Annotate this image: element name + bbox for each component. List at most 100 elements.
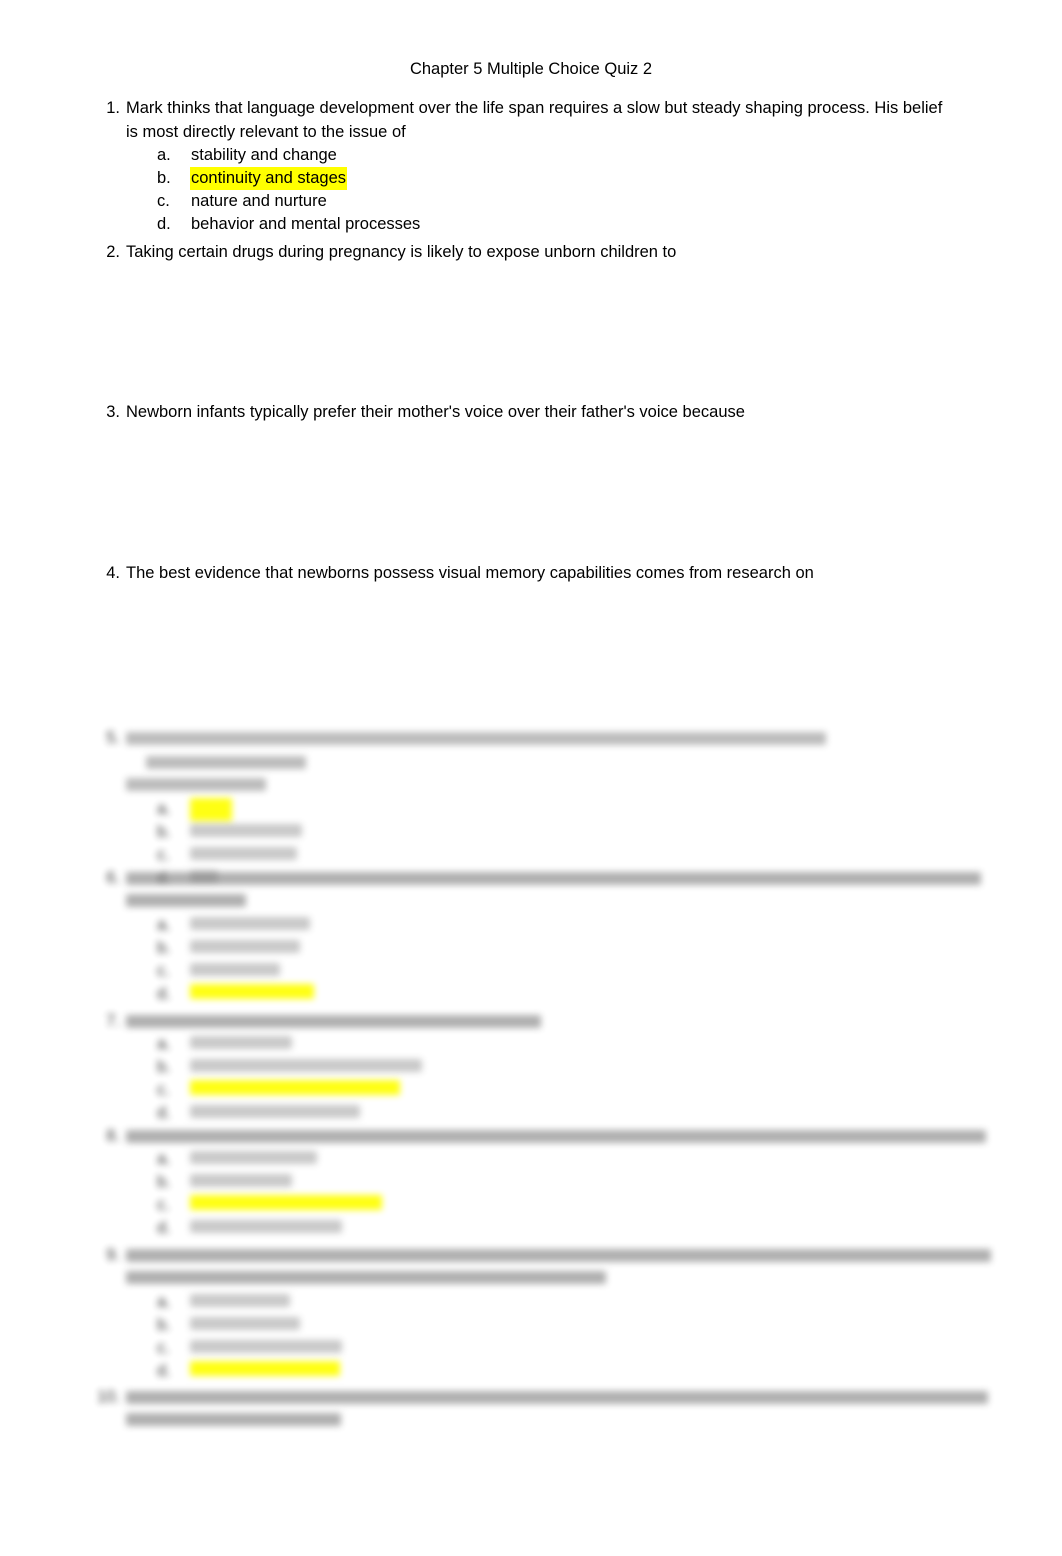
option-item-8d[interactable]: d. [157,1217,998,1240]
option-item-7c[interactable]: c. [157,1079,998,1102]
option-item-8c[interactable]: c. [157,1194,998,1217]
option-text-9b [190,1317,300,1330]
option-item-6c[interactable]: c. [157,960,998,983]
option-text-5a-highlighted [190,798,232,821]
option-text-9c [190,1340,342,1353]
question-text-1: Mark thinks that language development ov… [126,96,998,144]
question-stem-4: 4. The best evidence that newborns posse… [88,561,998,585]
question-item-4: 4. The best evidence that newborns posse… [88,561,998,585]
option-text-7c-highlighted [190,1080,400,1095]
question-text-9 [126,1243,998,1291]
option-item-6b[interactable]: b. [157,937,998,960]
option-text-1d: behavior and mental processes [191,215,421,233]
option-text-8d [190,1220,342,1233]
question-stem-6: 6. [88,866,998,914]
question-item-3: 3. Newborn infants typically prefer thei… [88,400,998,424]
option-letter-8d: d. [157,1219,171,1237]
question-item-10: 10. [88,1385,998,1433]
option-letter-7d: d. [157,1104,171,1122]
document-page: Chapter 5 Multiple Choice Quiz 2 1. Mark… [0,0,1062,1556]
option-item-1c[interactable]: c. nature and nurture [157,190,998,213]
option-item-5c[interactable]: c. [157,844,998,867]
question-number-1: 1. [106,99,120,117]
option-letter-7c: c. [157,1081,170,1099]
question-number-7: 7. [106,1012,120,1030]
option-text-7b [190,1059,422,1072]
question-item-9: 9. a. b. c. d. [88,1243,998,1383]
option-list-1: a. stability and change b. continuity an… [88,144,998,236]
option-letter-7b: b. [157,1058,171,1076]
question-number-3: 3. [106,403,120,421]
option-letter-9b: b. [157,1316,171,1334]
option-letter-8c: c. [157,1196,170,1214]
question-text-3: Newborn infants typically prefer their m… [126,403,745,421]
question-number-6: 6. [106,869,120,887]
option-letter-9d: d. [157,1362,171,1380]
option-text-9a [190,1294,290,1307]
question-item-1: 1. Mark thinks that language development… [88,96,998,236]
question-stem-3: 3. Newborn infants typically prefer thei… [88,400,998,424]
question-text-6 [126,866,998,914]
option-letter-9a: a. [157,1293,171,1311]
option-letter-7a: a. [157,1035,171,1053]
option-letter-1b: b. [157,169,171,187]
option-text-9d-highlighted [190,1361,340,1376]
question-text-5 [126,726,998,798]
question-text-1-line2: is most directly relevant to the issue o… [126,123,406,141]
option-item-7d[interactable]: d. [157,1102,998,1125]
option-item-8a[interactable]: a. [157,1148,998,1171]
option-letter-6a: a. [157,916,171,934]
question-text-2: Taking certain drugs during pregnancy is… [126,243,677,261]
question-number-4: 4. [106,564,120,582]
option-item-9d[interactable]: d. [157,1360,998,1383]
option-text-5c [190,847,297,860]
option-text-6c [190,963,280,976]
option-item-6a[interactable]: a. [157,914,998,937]
option-item-1d[interactable]: d. behavior and mental processes [157,213,998,236]
option-text-7a [190,1036,292,1049]
option-letter-1a: a. [157,146,171,164]
option-letter-5c: c. [157,846,170,864]
option-item-6d[interactable]: d. [157,983,998,1006]
option-text-5b [190,824,302,837]
option-item-1a[interactable]: a. stability and change [157,144,998,167]
question-stem-1: 1. Mark thinks that language development… [88,96,998,144]
option-letter-6c: c. [157,962,170,980]
option-text-1b-highlighted: continuity and stages [190,167,348,190]
option-text-7d [190,1105,360,1118]
option-list-8: a. b. c. d. [88,1148,998,1240]
question-stem-8: 8. [88,1124,998,1148]
option-item-9a[interactable]: a. [157,1291,998,1314]
question-number-10: 10. [97,1388,120,1406]
option-text-1c: nature and nurture [191,192,327,210]
option-item-9c[interactable]: c. [157,1337,998,1360]
option-item-5b[interactable]: b. [157,821,998,844]
option-item-8b[interactable]: b. [157,1171,998,1194]
question-stem-10: 10. [88,1385,998,1433]
question-stem-5: 5. [88,726,998,798]
option-item-7a[interactable]: a. [157,1033,998,1056]
option-letter-1d: d. [157,215,171,233]
question-item-2: 2. Taking certain drugs during pregnancy… [88,240,998,264]
option-text-6b [190,940,300,953]
option-text-1a: stability and change [191,146,337,164]
question-stem-7: 7. [88,1009,998,1033]
option-letter-5b: b. [157,823,171,841]
question-text-8 [126,1124,998,1148]
option-item-9b[interactable]: b. [157,1314,998,1337]
question-stem-2: 2. Taking certain drugs during pregnancy… [88,240,998,264]
option-letter-9c: c. [157,1339,170,1357]
option-item-1b[interactable]: b. continuity and stages [157,167,998,190]
question-item-8: 8. a. b. c. d. [88,1124,998,1240]
option-item-5a[interactable]: a. [157,798,998,821]
question-number-5: 5. [106,729,120,747]
option-list-6: a. b. c. d. [88,914,998,1006]
option-letter-1c: c. [157,192,170,210]
option-text-6a [190,917,310,930]
option-letter-5a: a. [157,800,171,818]
question-text-4: The best evidence that newborns possess … [126,564,814,582]
option-text-6d-highlighted [190,984,314,999]
page-title: Chapter 5 Multiple Choice Quiz 2 [409,60,653,78]
option-letter-8b: b. [157,1173,171,1191]
option-item-7b[interactable]: b. [157,1056,998,1079]
